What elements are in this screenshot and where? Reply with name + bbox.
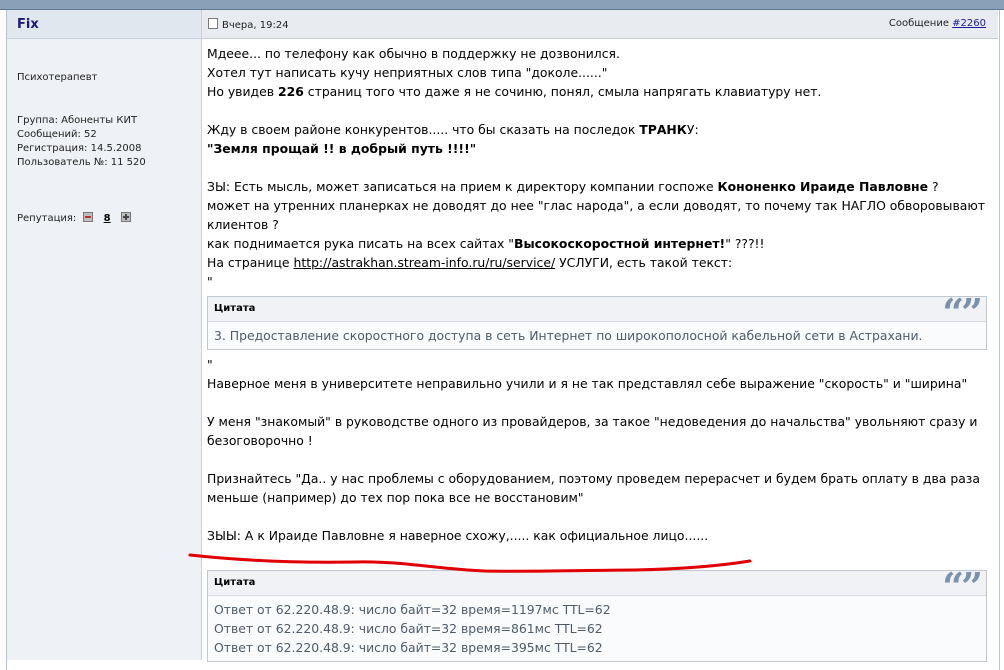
quote-block: Цитата “” 3. Предоставление скоростного … [207, 291, 987, 350]
user-number: Пользователь №: 11 520 [17, 157, 146, 168]
post-date: Вчера, 19:24 [208, 18, 289, 31]
quote-text: 3. Предоставление скоростного доступа в … [214, 328, 923, 343]
quote-header: Цитата “” [208, 291, 986, 335]
ping-line: Ответ от 62.220.48.9: число байт=32 врем… [214, 621, 603, 636]
quote-text-ping: Ответ от 62.220.48.9: число байт=32 врем… [208, 596, 986, 661]
post-line: меньше (например) до тех пор пока все не… [207, 490, 584, 505]
reputation-label: Репутация: [17, 213, 77, 224]
post-line: безоговорочно ! [207, 433, 313, 448]
post-number-label: Сообщение [888, 18, 953, 29]
reputation-minus-icon[interactable] [83, 212, 94, 222]
ping-line: Ответ от 62.220.48.9: число байт=32 врем… [214, 640, 603, 655]
post-number: Сообщение #2260 [889, 18, 986, 29]
quote-marks-icon: “” [942, 564, 983, 609]
post-line: ЗЫ: Есть мысль, может записаться на прие… [207, 179, 939, 194]
user-rank: Психотерапевт [17, 72, 98, 83]
user-messages: Сообщений: 52 [17, 129, 97, 140]
quote-marks-icon: “” [942, 290, 983, 335]
post-line: У меня "знакомый" в руководстве одного и… [207, 414, 978, 429]
post-line: ЗЫЫ: А к Ираиде Павловне я наверное схож… [207, 528, 709, 543]
document-icon [208, 18, 218, 29]
post-line: Но увидев 226 страниц того что даже я не… [207, 84, 822, 99]
user-name-link[interactable]: Fix [17, 17, 39, 32]
post-line: клиентов ? [207, 217, 279, 232]
post-line: Жду в своем районе конкурентов..... что … [207, 122, 699, 137]
reputation-value-link[interactable]: 8 [104, 213, 111, 224]
ping-line: Ответ от 62.220.48.9: число байт=32 врем… [214, 602, 611, 617]
post-line: Признайтесь "Да.. у нас проблемы с обору… [207, 471, 980, 486]
quote-title: Цитата [214, 577, 256, 588]
top-bar [0, 0, 1004, 10]
user-group: Группа: Абоненты КИТ [17, 115, 138, 126]
post-line: " [207, 274, 213, 289]
post-line: может на утренних планерках не доводят д… [207, 198, 985, 213]
post-header [202, 10, 998, 39]
service-link[interactable]: http://astrakhan.stream-info.ru/ru/servi… [294, 255, 556, 270]
quote-block-ping: Цитата “” Ответ от 62.220.48.9: число ба… [207, 565, 987, 662]
red-underline-annotation [188, 553, 752, 573]
post-line: " [207, 357, 213, 372]
post-line: как поднимается рука писать на всех сайт… [207, 236, 765, 251]
reputation-plus-icon[interactable] [120, 212, 131, 222]
post-number-link[interactable]: #2260 [952, 18, 986, 29]
post-date-text: Вчера, 19:24 [222, 20, 289, 31]
post-line: На странице http://astrakhan.stream-info… [207, 255, 733, 270]
post-line: Наверное меня в университете неправильно… [207, 376, 968, 391]
reputation: Репутация: 8 [17, 212, 135, 224]
quote-title: Цитата [214, 303, 256, 314]
post-line: Мдеее... по телефону как обычно в поддер… [207, 46, 620, 61]
user-sidebar [7, 10, 202, 660]
user-info: Группа: Абоненты КИТ Сообщений: 52 Регис… [17, 114, 146, 170]
post-line: Хотел тут написать кучу неприятных слов … [207, 65, 608, 80]
user-registration: Регистрация: 14.5.2008 [17, 143, 142, 154]
post-line: "Земля прощай !! в добрый путь !!!!" [207, 141, 477, 156]
